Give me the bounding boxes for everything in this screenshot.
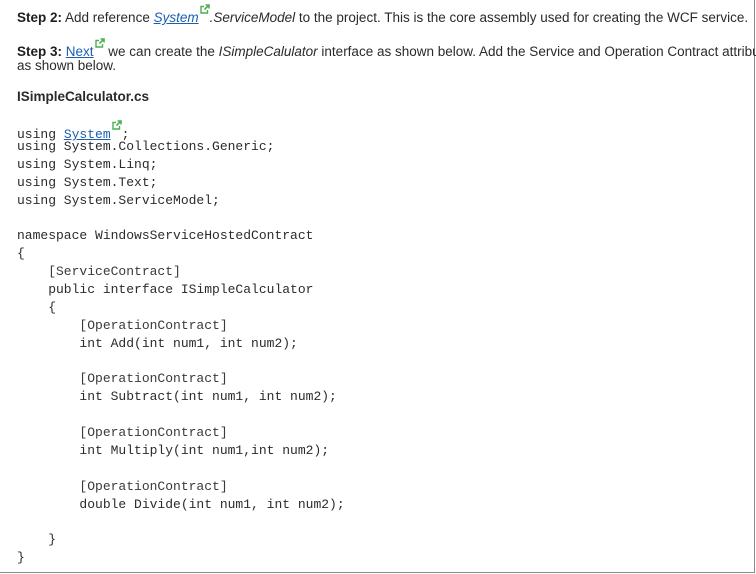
step2-paragraph: Step 2: Add reference System .ServiceMode…	[17, 4, 748, 27]
code-line: }	[17, 532, 57, 548]
step3-text-before: we can create the	[104, 44, 219, 59]
step3-italic-text: ISimpleCalulator	[218, 44, 318, 59]
step3-text-after: interface as shown below. Add the Servic…	[317, 44, 756, 59]
code-line: double Divide(int num1, int num2);	[17, 496, 345, 512]
external-link-icon[interactable]	[199, 4, 210, 14]
code-line: public interface ISimpleCalculator	[17, 282, 314, 298]
step2-text-before: Add reference	[62, 10, 154, 25]
code-line: [OperationContract]	[17, 478, 228, 494]
code-filename-heading: ISimpleCalculator.cs	[17, 89, 150, 104]
code-line: namespace WindowsServiceHostedContract	[17, 228, 314, 244]
external-link-icon[interactable]	[111, 120, 122, 130]
step2-italic-text: .ServiceModel	[209, 10, 296, 25]
step2-text-after: to the project. This is the core assembl…	[295, 10, 749, 25]
code-line: }	[17, 550, 25, 566]
code-line: [ServiceContract]	[17, 264, 181, 280]
code-line: [OperationContract]	[17, 371, 228, 387]
code-line: using System.ServiceModel;	[17, 192, 220, 208]
code-block: using System; using System.Collections.G…	[17, 120, 345, 567]
external-link-icon[interactable]	[94, 38, 105, 48]
code-line: int Multiply(int num1,int num2);	[17, 443, 330, 459]
code-line: int Subtract(int num1, int num2);	[17, 389, 337, 405]
code-line: [OperationContract]	[17, 317, 228, 333]
step3-paragraph: Step 3: Next we can create the ISimpleCa…	[17, 38, 756, 61]
code-line: {	[17, 299, 57, 315]
system-link[interactable]: System	[154, 10, 199, 25]
code-line: using System.Collections.Generic;	[17, 138, 275, 154]
code-line: using System.Text;	[17, 174, 158, 190]
code-line: int Add(int num1, int num2);	[17, 335, 298, 351]
code-line: {	[17, 246, 25, 262]
code-line: using System.Linq;	[17, 156, 158, 172]
code-line: [OperationContract]	[17, 425, 228, 441]
step3-paragraph-line2: as shown below.	[17, 58, 117, 73]
code-line: using System;	[17, 120, 345, 142]
step2-label: Step 2:	[17, 10, 63, 25]
